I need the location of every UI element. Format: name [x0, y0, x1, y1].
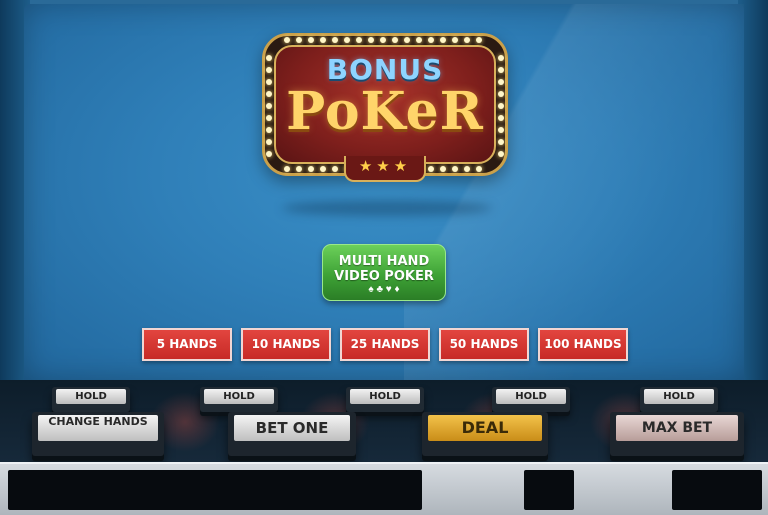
marquee-bulb [476, 166, 482, 172]
marquee-bulb [356, 37, 362, 43]
marquee-bulb [440, 166, 446, 172]
marquee-bulb [368, 37, 374, 43]
marquee-bulb [392, 37, 398, 43]
marquee-bulb [266, 151, 272, 157]
logo-shadow [282, 200, 492, 216]
marquee-bulb [452, 166, 458, 172]
marquee-bulb [404, 37, 410, 43]
marquee-bulb [428, 37, 434, 43]
marquee-bulb [320, 37, 326, 43]
hand-button-50[interactable]: 50 HANDS [439, 328, 529, 361]
change-hands-label: CHANGE HANDS [38, 415, 158, 441]
hold-button-label: HOLD [496, 389, 566, 404]
logo-stars: ★★★ [344, 156, 426, 182]
hand-button-100[interactable]: 100 HANDS [538, 328, 628, 361]
bet-one-label: BET ONE [234, 415, 350, 441]
hold-button-4[interactable]: HOLD [492, 387, 570, 412]
hold-button-label: HOLD [204, 389, 274, 404]
cabinet-frame: BONUS PoKeR ★★★ MULTI HAND VIDEO POKER ♠… [0, 0, 768, 515]
hand-button-10[interactable]: 10 HANDS [241, 328, 331, 361]
hold-button-label: HOLD [350, 389, 420, 404]
marquee-bulb [284, 37, 290, 43]
deal-label: DEAL [428, 415, 542, 441]
marquee-bulb [284, 166, 290, 172]
change-hands-button[interactable]: CHANGE HANDS [32, 412, 164, 456]
bottom-display-slot-center [524, 470, 574, 510]
marquee-bulb [452, 37, 458, 43]
hold-button-label: HOLD [56, 389, 126, 404]
marquee-bulb [476, 37, 482, 43]
marquee-bulb [428, 166, 434, 172]
marquee-bulb [416, 37, 422, 43]
marquee-bulb [332, 37, 338, 43]
marquee-bulb [296, 166, 302, 172]
marquee-bulb [320, 166, 326, 172]
max-bet-button[interactable]: MAX BET [610, 412, 744, 456]
multi-hand-video-poker-badge: MULTI HAND VIDEO POKER ♠ ♣ ♥ ♦ [322, 244, 446, 301]
marquee-bulb [464, 166, 470, 172]
marquee-bulb [380, 37, 386, 43]
marquee-bulb [464, 37, 470, 43]
max-bet-label: MAX BET [616, 415, 738, 441]
bonus-poker-logo: BONUS PoKeR ★★★ [262, 33, 508, 182]
hand-button-5[interactable]: 5 HANDS [142, 328, 232, 361]
marquee-bulb [440, 37, 446, 43]
marquee-bulb [308, 166, 314, 172]
hold-button-1[interactable]: HOLD [52, 387, 130, 412]
bet-one-button[interactable]: BET ONE [228, 412, 356, 456]
hold-button-2[interactable]: HOLD [200, 387, 278, 412]
marquee-bulb [332, 166, 338, 172]
marquee-bulb [344, 37, 350, 43]
bottom-display-slot-right [672, 470, 762, 510]
hold-button-3[interactable]: HOLD [346, 387, 424, 412]
marquee-bulb [498, 151, 504, 157]
badge-line-2: VIDEO POKER [334, 269, 434, 284]
marquee-bulb [308, 37, 314, 43]
hold-button-label: HOLD [644, 389, 714, 404]
bottom-display-slot-left [8, 470, 422, 510]
suit-icons: ♠ ♣ ♥ ♦ [368, 284, 400, 295]
hold-button-5[interactable]: HOLD [640, 387, 718, 412]
hand-button-25[interactable]: 25 HANDS [340, 328, 430, 361]
deal-button[interactable]: DEAL [422, 412, 548, 456]
marquee-bulb [296, 37, 302, 43]
badge-line-1: MULTI HAND [338, 254, 430, 269]
logo-title-poker: PoKeR [286, 81, 484, 142]
